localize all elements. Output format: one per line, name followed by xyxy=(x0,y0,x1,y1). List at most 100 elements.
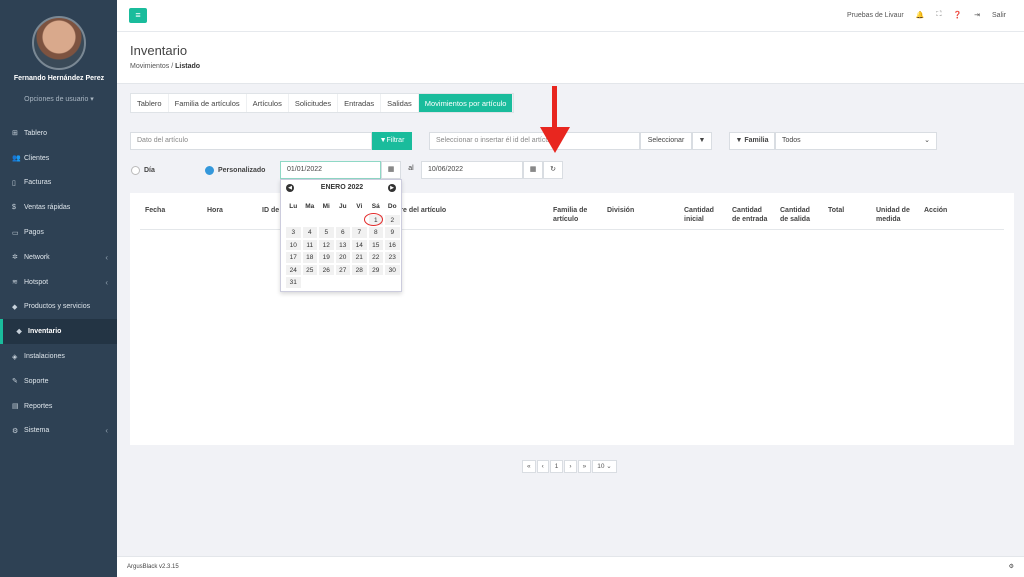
refresh-icon[interactable]: ↻ xyxy=(543,161,563,179)
column-header[interactable]: Familia de artículo xyxy=(553,206,593,224)
column-header[interactable]: Fecha xyxy=(145,206,165,215)
column-header[interactable]: Cantidad de entrada xyxy=(732,206,772,224)
account-name[interactable]: Pruebas de Livaur xyxy=(847,12,904,19)
tab-tablero[interactable]: Tablero xyxy=(131,94,169,112)
day-label: Día xyxy=(144,167,155,174)
menu-toggle-button[interactable]: ≡ xyxy=(129,8,147,23)
column-header[interactable]: bre del artículo xyxy=(396,206,446,215)
custom-radio[interactable] xyxy=(205,166,214,175)
day-radio[interactable] xyxy=(131,166,140,175)
calendar-day[interactable]: 29 xyxy=(367,263,384,276)
calendar-day[interactable]: 10 xyxy=(285,238,302,251)
calendar-day[interactable]: 2 xyxy=(384,213,401,226)
calendar-day[interactable]: 28 xyxy=(351,263,368,276)
prev-page-button[interactable]: ‹ xyxy=(536,460,549,473)
sidebar-item-tablero[interactable]: ⊞ Tablero xyxy=(0,121,117,146)
next-page-button[interactable]: › xyxy=(564,460,577,473)
calendar-day[interactable]: 4 xyxy=(301,226,318,239)
calendar-icon[interactable]: ▦ xyxy=(381,161,401,179)
calendar-day[interactable]: 25 xyxy=(301,263,318,276)
family-select-value: Todos xyxy=(782,137,801,144)
sidebar-item-soporte[interactable]: ✎ Soporte xyxy=(0,369,117,394)
sidebar-item-reportes[interactable]: ▤ Reportes xyxy=(0,394,117,419)
last-page-button[interactable]: » xyxy=(577,460,592,473)
column-header[interactable]: División xyxy=(607,206,634,215)
column-header[interactable]: Cantidad inicial xyxy=(684,206,724,224)
version-label: ArgusBlack v2.3.15 xyxy=(127,564,179,570)
weekday-label: Sá xyxy=(371,203,380,210)
date-to-input[interactable]: 10/06/2022 xyxy=(421,161,523,179)
sidebar-item-hotspot[interactable]: ≋ Hotspot ‹ xyxy=(0,270,117,295)
tab-art-culos[interactable]: Artículos xyxy=(247,94,289,112)
sidebar-item-inventario[interactable]: ❖ Inventario xyxy=(0,319,117,345)
calendar-day[interactable]: 26 xyxy=(318,263,335,276)
date-from-input[interactable]: 01/01/2022 xyxy=(280,161,381,179)
breadcrumb-parent[interactable]: Movimientos xyxy=(130,63,169,70)
calendar-day[interactable]: 16 xyxy=(384,238,401,251)
first-page-button[interactable]: « xyxy=(522,460,536,473)
funnel-icon[interactable]: ▼ xyxy=(692,132,712,150)
calendar-day[interactable]: 15 xyxy=(367,238,384,251)
calendar-day[interactable]: 18 xyxy=(301,251,318,264)
sidebar-item-pagos[interactable]: ▭ Pagos xyxy=(0,220,117,245)
sidebar-item-instalaciones[interactable]: ◈ Instalaciones xyxy=(0,344,117,369)
footer: ArgusBlack v2.3.15 ⚙ xyxy=(117,556,1024,577)
tab-salidas[interactable]: Salidas xyxy=(381,94,419,112)
help-icon[interactable]: ❓ xyxy=(953,11,962,19)
page-size-select[interactable]: 10 ⌄ xyxy=(592,460,617,473)
sidebar-item-network[interactable]: ✲ Network ‹ xyxy=(0,245,117,270)
logout-icon[interactable]: ⇥ xyxy=(974,11,980,19)
sidebar-item-facturas[interactable]: ▯ Facturas xyxy=(0,171,117,196)
select-button[interactable]: Seleccionar xyxy=(640,132,692,150)
calendar-day[interactable]: 12 xyxy=(318,238,335,251)
family-select[interactable]: Todos ⌄ xyxy=(775,132,937,150)
column-header[interactable]: Cantidad de salida xyxy=(780,206,820,224)
calendar-day[interactable]: 20 xyxy=(334,251,351,264)
bell-icon[interactable]: 🔔 xyxy=(916,11,925,19)
next-month-icon[interactable]: ▶ xyxy=(388,184,396,192)
sidebar-item-clientes[interactable]: 👥 Clientes xyxy=(0,146,117,171)
calendar-day[interactable]: 9 xyxy=(384,226,401,239)
tab-familia-de-art-culos[interactable]: Familia de artículos xyxy=(169,94,247,112)
user-options-menu[interactable]: Opciones de usuario ▾ xyxy=(10,95,108,103)
calendar-day[interactable]: 19 xyxy=(318,251,335,264)
calendar-day[interactable]: 27 xyxy=(334,263,351,276)
column-header[interactable]: Unidad de medida xyxy=(876,206,916,224)
calendar-day[interactable]: 31 xyxy=(285,276,302,289)
article-id-input[interactable]: Seleccionar o insertar él id del artícul… xyxy=(429,132,640,150)
sidebar-item-productos-y-servicios[interactable]: ◆ Productos y servicios xyxy=(0,295,117,320)
tab-movimientos-por-art-culo[interactable]: Movimientos por artículo xyxy=(418,94,514,112)
tab-entradas[interactable]: Entradas xyxy=(338,94,382,112)
tab-solicitudes[interactable]: Solicitudes xyxy=(289,94,339,112)
sidebar-item-ventas-r-pidas[interactable]: $ Ventas rápidas xyxy=(0,195,117,220)
calendar-day[interactable]: 6 xyxy=(334,226,351,239)
column-header[interactable]: Hora xyxy=(207,206,223,215)
column-header[interactable]: Total xyxy=(828,206,844,215)
calendar-day[interactable]: 21 xyxy=(351,251,368,264)
calendar-day[interactable]: 14 xyxy=(351,238,368,251)
calendar-icon[interactable]: ▦ xyxy=(523,161,543,179)
calendar-day[interactable]: 11 xyxy=(301,238,318,251)
calendar-day[interactable]: 22 xyxy=(367,251,384,264)
calendar-day[interactable]: 13 xyxy=(334,238,351,251)
calendar-day[interactable]: 30 xyxy=(384,263,401,276)
page-number-button[interactable]: 1 xyxy=(549,460,564,473)
calendar-day[interactable]: 7 xyxy=(351,226,368,239)
calendar-day[interactable]: 8 xyxy=(367,226,384,239)
calendar-day[interactable]: 3 xyxy=(285,226,302,239)
calendar-day[interactable]: 5 xyxy=(318,226,335,239)
filter-button[interactable]: ▼Filtrar xyxy=(372,132,412,150)
logout-link[interactable]: Salir xyxy=(992,12,1006,19)
calendar-month[interactable]: ENERO 2022 xyxy=(281,184,403,191)
column-header[interactable]: ID de xyxy=(262,206,279,215)
settings-icon[interactable]: ⚙ xyxy=(1009,557,1014,577)
user-avatar[interactable] xyxy=(32,16,86,70)
article-search-input[interactable]: Dato del artículo xyxy=(130,132,372,150)
calendar-day[interactable]: 23 xyxy=(384,251,401,264)
expand-icon[interactable]: ⛶ xyxy=(936,11,941,19)
calendar-day[interactable]: 24 xyxy=(285,263,302,276)
annotation-circle xyxy=(364,213,383,226)
column-header[interactable]: Acción xyxy=(924,206,947,215)
calendar-day[interactable]: 17 xyxy=(285,251,302,264)
sidebar-item-sistema[interactable]: ⚙ Sistema ‹ xyxy=(0,419,117,444)
